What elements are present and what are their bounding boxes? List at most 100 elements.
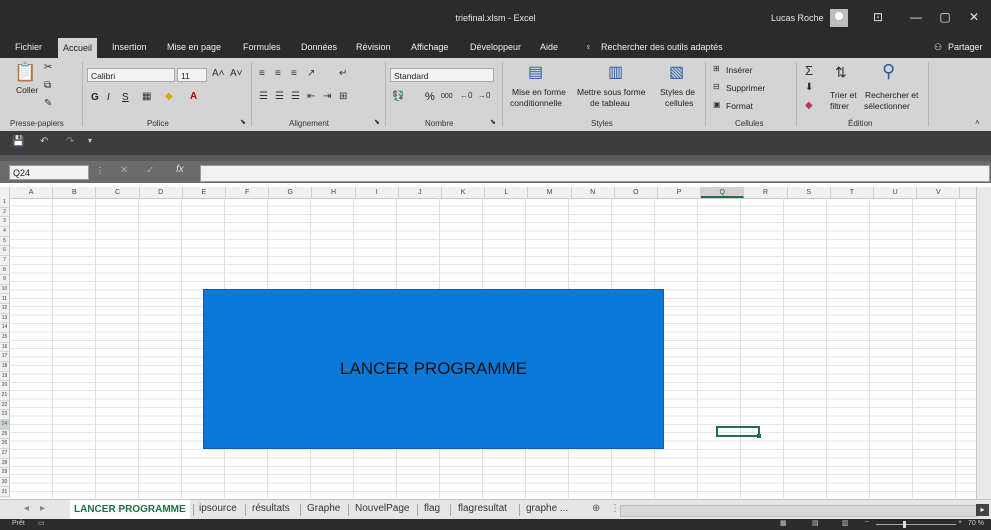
tab-affichage[interactable]: Affichage xyxy=(411,42,448,52)
row-header[interactable]: 6 xyxy=(0,246,9,256)
align-center-icon[interactable]: ☰ xyxy=(275,91,284,102)
row-header[interactable]: 7 xyxy=(0,256,9,266)
sheet-tab[interactable]: ipsource xyxy=(199,503,237,514)
tab-accueil[interactable]: Accueil xyxy=(58,38,98,58)
row-header[interactable]: 8 xyxy=(0,266,9,276)
font-size-select[interactable]: 11 xyxy=(177,68,207,82)
sheet-tab[interactable]: Graphe xyxy=(307,503,340,514)
vertical-scrollbar[interactable] xyxy=(976,187,991,499)
launch-program-button[interactable]: LANCER PROGRAMME xyxy=(203,289,664,449)
row-header[interactable]: 3 xyxy=(0,217,9,227)
add-sheet-icon[interactable]: ⊕ xyxy=(592,503,600,514)
dialog-launcher-icon[interactable]: ⬊ xyxy=(374,118,380,126)
name-box[interactable]: Q24 xyxy=(9,165,89,180)
column-header[interactable]: U xyxy=(874,187,918,198)
row-header[interactable]: 26 xyxy=(0,439,9,449)
copy-icon[interactable]: ⧉ xyxy=(44,80,51,91)
sheet-tab[interactable]: NouvelPage xyxy=(355,503,409,514)
zoom-slider[interactable] xyxy=(876,524,956,525)
row-header[interactable]: 21 xyxy=(0,391,9,401)
page-break-icon[interactable]: ▥ xyxy=(842,519,849,527)
dialog-launcher-icon[interactable]: ⬊ xyxy=(240,118,246,126)
tab-donnees[interactable]: Données xyxy=(301,42,337,52)
enter-icon[interactable]: ✓ xyxy=(146,165,154,176)
align-right-icon[interactable]: ☰ xyxy=(291,91,300,102)
column-header[interactable]: S xyxy=(788,187,831,198)
format-icon[interactable]: ▣ xyxy=(713,100,721,109)
row-header[interactable]: 19 xyxy=(0,372,9,382)
row-header[interactable]: 28 xyxy=(0,459,9,469)
row-header[interactable]: 30 xyxy=(0,478,9,488)
format-painter-icon[interactable]: ✎ xyxy=(44,98,52,109)
zoom-level[interactable]: 70 % xyxy=(968,520,984,527)
column-header[interactable]: T xyxy=(831,187,874,198)
tab-fichier[interactable]: Fichier xyxy=(15,42,42,52)
tell-me-input[interactable]: Rechercher des outils adaptés xyxy=(601,42,723,52)
user-name[interactable]: Lucas Roche xyxy=(771,13,824,23)
restore-icon[interactable]: ▢ xyxy=(935,10,955,24)
underline-button[interactable]: S xyxy=(122,92,129,103)
collapse-ribbon-icon[interactable]: ˄ xyxy=(975,118,980,127)
tab-mise-en-page[interactable]: Mise en page xyxy=(167,42,221,52)
column-header[interactable]: A xyxy=(10,187,54,198)
delete-icon[interactable]: ⊟ xyxy=(713,82,720,91)
column-header[interactable]: P xyxy=(658,187,702,198)
zoom-slider-thumb[interactable] xyxy=(903,521,906,528)
row-header[interactable]: 14 xyxy=(0,323,9,334)
decrease-indent-icon[interactable]: ⇤ xyxy=(307,91,315,102)
sort-filter-button[interactable]: Trier et xyxy=(830,90,857,100)
borders-icon[interactable]: ▦ xyxy=(142,91,151,102)
zoom-out-icon[interactable]: − xyxy=(865,519,869,526)
sheet-tab[interactable]: résultats xyxy=(252,503,290,514)
column-header[interactable]: R xyxy=(744,187,788,198)
column-header[interactable]: D xyxy=(140,187,183,198)
fill-color-icon[interactable]: ◆ xyxy=(165,91,173,102)
scroll-left-icon[interactable]: ◂ xyxy=(24,503,29,514)
align-top-icon[interactable]: ≡ xyxy=(259,68,265,79)
search-icon[interactable]: ⚲ xyxy=(882,61,895,82)
find-select-button[interactable]: Rechercher et xyxy=(865,90,918,100)
font-color-icon[interactable]: A xyxy=(190,91,197,102)
select-all-corner[interactable] xyxy=(0,187,10,198)
align-left-icon[interactable]: ☰ xyxy=(259,91,268,102)
zoom-in-icon[interactable]: + xyxy=(958,519,962,526)
clear-icon[interactable]: ◆ xyxy=(805,100,813,111)
redo-icon[interactable]: ↷ xyxy=(66,136,74,147)
row-header[interactable]: 10 xyxy=(0,285,9,295)
sheet-tab[interactable]: flagresultat xyxy=(458,503,507,514)
delete-button[interactable]: Supprimer xyxy=(726,83,765,93)
column-header[interactable]: G xyxy=(269,187,313,198)
row-header[interactable]: 17 xyxy=(0,352,9,363)
tab-aide[interactable]: Aide xyxy=(540,42,558,52)
shrink-font-icon[interactable]: A˅ xyxy=(230,68,243,79)
row-header[interactable]: 27 xyxy=(0,449,9,459)
insert-button[interactable]: Insérer xyxy=(726,65,752,75)
row-header[interactable]: 5 xyxy=(0,237,9,247)
increase-decimal-icon[interactable]: ←0 xyxy=(460,91,472,100)
format-button[interactable]: Format xyxy=(726,101,753,111)
currency-icon[interactable]: 💱 xyxy=(392,91,404,102)
customize-toolbar-icon[interactable]: ▾ xyxy=(88,136,92,145)
cut-icon[interactable]: ✂ xyxy=(44,62,52,73)
tab-developpeur[interactable]: Développeur xyxy=(470,42,521,52)
row-header[interactable]: 2 xyxy=(0,208,9,218)
column-header[interactable]: C xyxy=(96,187,140,198)
decrease-decimal-icon[interactable]: →0 xyxy=(478,91,490,100)
sheet-tab[interactable]: LANCER PROGRAMME xyxy=(70,500,190,521)
row-header[interactable]: 13 xyxy=(0,314,9,324)
horizontal-scrollbar[interactable] xyxy=(620,505,977,517)
scroll-right-icon[interactable]: ▸ xyxy=(40,503,45,514)
wrap-text-icon[interactable]: ↵ xyxy=(339,68,347,79)
column-header[interactable]: F xyxy=(226,187,270,198)
insert-icon[interactable]: ⊞ xyxy=(713,64,720,73)
row-header[interactable]: 23 xyxy=(0,410,9,420)
italic-button[interactable]: I xyxy=(107,92,110,103)
sheet-tab[interactable]: flag xyxy=(424,503,440,514)
row-header[interactable]: 24 xyxy=(0,419,9,430)
page-layout-icon[interactable]: ▤ xyxy=(812,519,819,527)
font-name-select[interactable]: Calibri xyxy=(87,68,175,82)
fill-icon[interactable]: ⬇ xyxy=(805,82,813,93)
tab-revision[interactable]: Révision xyxy=(356,42,391,52)
row-header[interactable]: 9 xyxy=(0,275,9,285)
row-header[interactable]: 29 xyxy=(0,468,9,478)
